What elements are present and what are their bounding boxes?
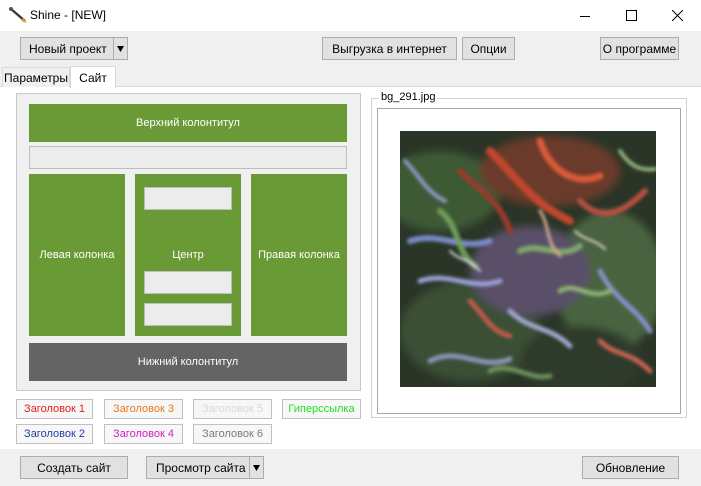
- create-site-button[interactable]: Создать сайт: [20, 456, 128, 479]
- tab-parameters-label: Параметры: [4, 70, 68, 85]
- maximize-icon: [625, 10, 637, 21]
- background-texture-image: [400, 131, 656, 387]
- update-label: Обновление: [595, 460, 666, 475]
- header-block[interactable]: Верхний колонтитул: [29, 104, 347, 142]
- center-label: Центр: [172, 249, 204, 261]
- right-column-label: Правая колонка: [258, 249, 340, 261]
- heading-1-label: Заголовок 1: [24, 403, 85, 415]
- chevron-down-icon: [253, 464, 260, 471]
- new-project-dropdown[interactable]: [113, 38, 127, 59]
- tab-site[interactable]: Сайт: [70, 66, 116, 88]
- hyperlink-style[interactable]: Гиперссылка: [282, 399, 361, 419]
- hyperlink-label: Гиперссылка: [288, 403, 355, 415]
- left-column-block[interactable]: Левая колонка: [29, 174, 125, 336]
- tab-site-label: Сайт: [79, 70, 107, 85]
- heading-3-style[interactable]: Заголовок 3: [104, 399, 183, 419]
- maximize-button[interactable]: [608, 0, 654, 31]
- heading-4-style[interactable]: Заголовок 4: [104, 424, 183, 444]
- heading-1-style[interactable]: Заголовок 1: [16, 399, 93, 419]
- view-site-label: Просмотр сайта: [156, 460, 246, 475]
- center-middle-strip[interactable]: [144, 271, 232, 294]
- heading-5-style[interactable]: Заголовок 5: [193, 399, 272, 419]
- background-preview-image[interactable]: [400, 131, 656, 387]
- update-button[interactable]: Обновление: [582, 456, 679, 479]
- menu-strip[interactable]: [29, 146, 347, 169]
- center-top-strip[interactable]: [144, 187, 232, 210]
- heading-2-label: Заголовок 2: [24, 428, 85, 440]
- create-site-label: Создать сайт: [37, 460, 111, 475]
- upload-button[interactable]: Выгрузка в интернет: [322, 37, 457, 60]
- left-column-label: Левая колонка: [39, 249, 115, 261]
- new-project-split-button[interactable]: Новый проект: [20, 37, 128, 60]
- upload-button-label: Выгрузка в интернет: [332, 41, 447, 56]
- minimize-icon: [580, 15, 590, 17]
- header-block-label: Верхний колонтитул: [136, 117, 240, 129]
- view-site-dropdown[interactable]: [249, 457, 263, 478]
- app-icon: [8, 6, 28, 24]
- view-site-split-button[interactable]: Просмотр сайта: [146, 456, 264, 479]
- window-title: Shine - [NEW]: [30, 8, 107, 22]
- about-button[interactable]: О программе: [600, 37, 679, 60]
- minimize-button[interactable]: [562, 0, 608, 31]
- heading-3-label: Заголовок 3: [113, 403, 174, 415]
- tab-parameters[interactable]: Параметры: [2, 67, 70, 87]
- heading-5-label: Заголовок 5: [202, 403, 263, 415]
- right-column-block[interactable]: Правая колонка: [251, 174, 347, 336]
- new-project-label: Новый проект: [29, 41, 107, 56]
- chevron-down-icon: [117, 45, 124, 52]
- footer-block-label: Нижний колонтитул: [137, 356, 239, 368]
- title-bar: Shine - [NEW]: [0, 0, 701, 31]
- options-button[interactable]: Опции: [462, 37, 515, 60]
- heading-2-style[interactable]: Заголовок 2: [16, 424, 93, 444]
- about-button-label: О программе: [602, 41, 677, 56]
- heading-6-label: Заголовок 6: [202, 428, 263, 440]
- heading-6-style[interactable]: Заголовок 6: [193, 424, 272, 444]
- footer-block[interactable]: Нижний колонтитул: [29, 343, 347, 381]
- options-button-label: Опции: [470, 41, 507, 56]
- center-bottom-strip[interactable]: [144, 303, 232, 326]
- background-filename: bg_291.jpg: [379, 91, 438, 103]
- close-button[interactable]: [654, 0, 700, 31]
- close-icon: [671, 10, 683, 21]
- heading-4-label: Заголовок 4: [113, 428, 174, 440]
